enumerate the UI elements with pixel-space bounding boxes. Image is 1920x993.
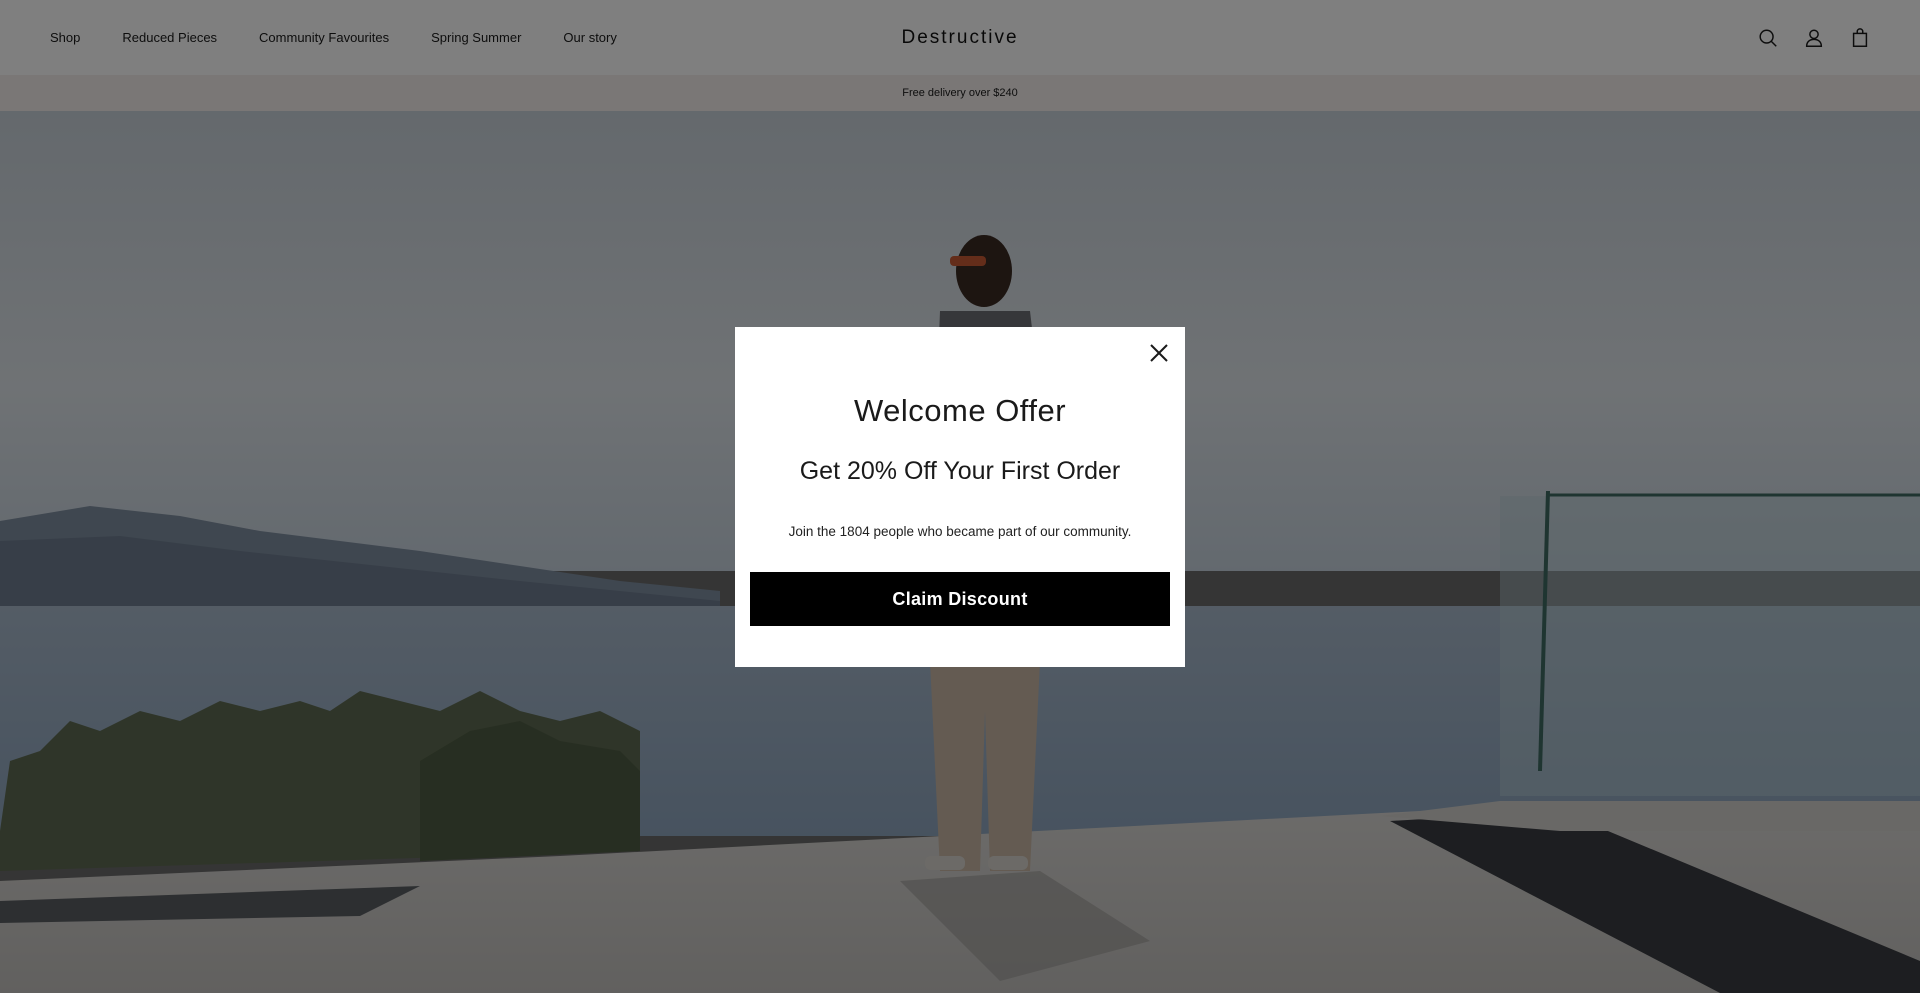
welcome-offer-modal: Welcome Offer Get 20% Off Your First Ord… — [735, 327, 1185, 667]
close-icon[interactable] — [1147, 341, 1171, 365]
modal-subtitle: Get 20% Off Your First Order — [799, 457, 1121, 485]
modal-title: Welcome Offer — [853, 393, 1067, 428]
modal-description: Join the 1804 people who became part of … — [788, 524, 1132, 539]
claim-discount-button[interactable]: Claim Discount — [750, 572, 1170, 626]
